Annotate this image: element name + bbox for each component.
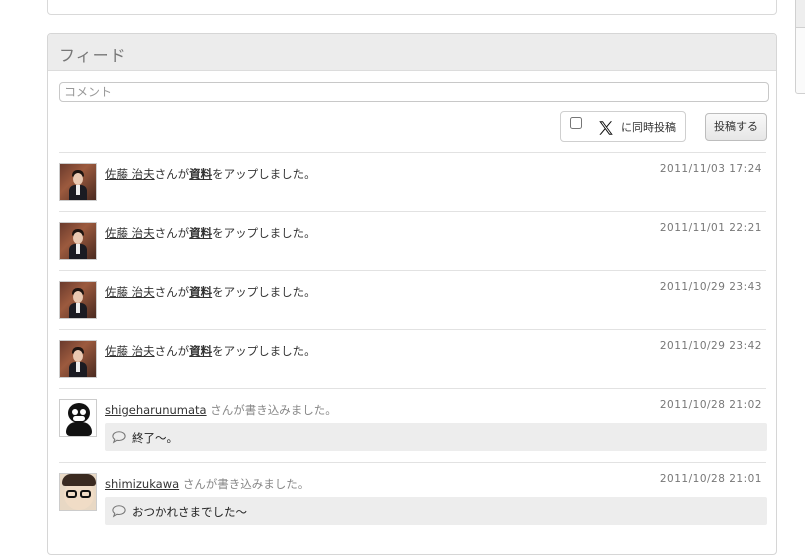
feed-header: フィード [48,34,776,71]
timestamp: 2011/11/01 22:21 [659,222,762,234]
feed-item: 佐藤 治夫さんが資料をアップしました。 2011/11/01 22:21 [59,211,766,270]
feed-item: shimizukawa さんが書き込みました。 2011/10/28 21:01… [59,462,767,536]
activity-text: 佐藤 治夫さんが資料をアップしました。 [105,166,316,182]
timestamp: 2011/11/03 17:24 [659,163,762,175]
avatar[interactable] [59,222,97,260]
activity-verb: さんが [154,285,190,299]
avatar[interactable] [59,281,97,319]
feed-title: フィード [59,46,127,65]
timestamp: 2011/10/29 23:42 [659,340,762,352]
comment-input[interactable] [59,82,769,102]
x-share-label: に同時投稿 [621,121,676,134]
activity-suffix: をアップしました。 [212,226,316,240]
timestamp: 2011/10/28 21:01 [659,473,762,485]
top-panel [47,0,777,15]
user-link[interactable]: shigeharunumata [105,403,207,417]
avatar[interactable] [59,473,97,511]
document-link[interactable]: 資料 [189,344,212,358]
document-link[interactable]: 資料 [189,285,212,299]
document-link[interactable]: 資料 [189,167,212,181]
activity-verb: さんが [154,167,190,181]
avatar[interactable] [59,399,97,437]
user-link[interactable]: 佐藤 治夫 [105,285,155,299]
activity-text: 佐藤 治夫さんが資料をアップしました。 [105,343,316,359]
feed-item: 佐藤 治夫さんが資料をアップしました。 2011/10/29 23:43 [59,270,766,329]
x-share-option[interactable]: に同時投稿 [560,111,686,142]
user-link[interactable]: 佐藤 治夫 [105,226,155,240]
timestamp: 2011/10/29 23:43 [659,281,762,293]
comment-text: おつかれさまでした〜 [132,505,247,519]
feed-panel: フィード に同時投稿 投稿する 佐藤 治夫さんが資料をアップしました。 2011… [47,33,777,555]
activity-text: 佐藤 治夫さんが資料をアップしました。 [105,284,316,300]
activity-verb: さんが [154,344,190,358]
user-link[interactable]: 佐藤 治夫 [105,344,155,358]
feed-item: 佐藤 治夫さんが資料をアップしました。 2011/11/03 17:24 [59,152,766,211]
right-side-panel [795,0,805,94]
feed-list: 佐藤 治夫さんが資料をアップしました。 2011/11/03 17:24 佐藤 … [59,152,767,536]
avatar[interactable] [59,340,97,378]
post-button[interactable]: 投稿する [705,113,767,141]
activity-suffix: さんが書き込みました。 [210,403,337,417]
activity-text: shimizukawa さんが書き込みました。 [105,476,309,492]
user-link[interactable]: shimizukawa [105,477,179,491]
x-logo-icon [599,121,613,135]
avatar[interactable] [59,163,97,201]
feed-item: shigeharunumata さんが書き込みました。 2011/10/28 2… [59,388,767,462]
document-link[interactable]: 資料 [189,226,212,240]
x-share-checkbox[interactable] [570,117,582,129]
activity-suffix: をアップしました。 [212,167,316,181]
feed-item: 佐藤 治夫さんが資料をアップしました。 2011/10/29 23:42 [59,329,766,388]
speech-bubble-icon [112,505,126,518]
speech-bubble-icon [112,431,126,444]
right-side-panel-header [796,0,805,28]
comment-text: 終了〜。 [132,431,178,445]
activity-text: 佐藤 治夫さんが資料をアップしました。 [105,225,316,241]
activity-suffix: をアップしました。 [212,285,316,299]
timestamp: 2011/10/28 21:02 [659,399,762,411]
activity-verb: さんが [154,226,190,240]
comment-box: 終了〜。 [105,423,767,451]
comment-box: おつかれさまでした〜 [105,497,767,525]
activity-suffix: さんが書き込みました。 [182,477,310,491]
user-link[interactable]: 佐藤 治夫 [105,167,155,181]
activity-text: shigeharunumata さんが書き込みました。 [105,402,337,418]
activity-suffix: をアップしました。 [212,344,316,358]
